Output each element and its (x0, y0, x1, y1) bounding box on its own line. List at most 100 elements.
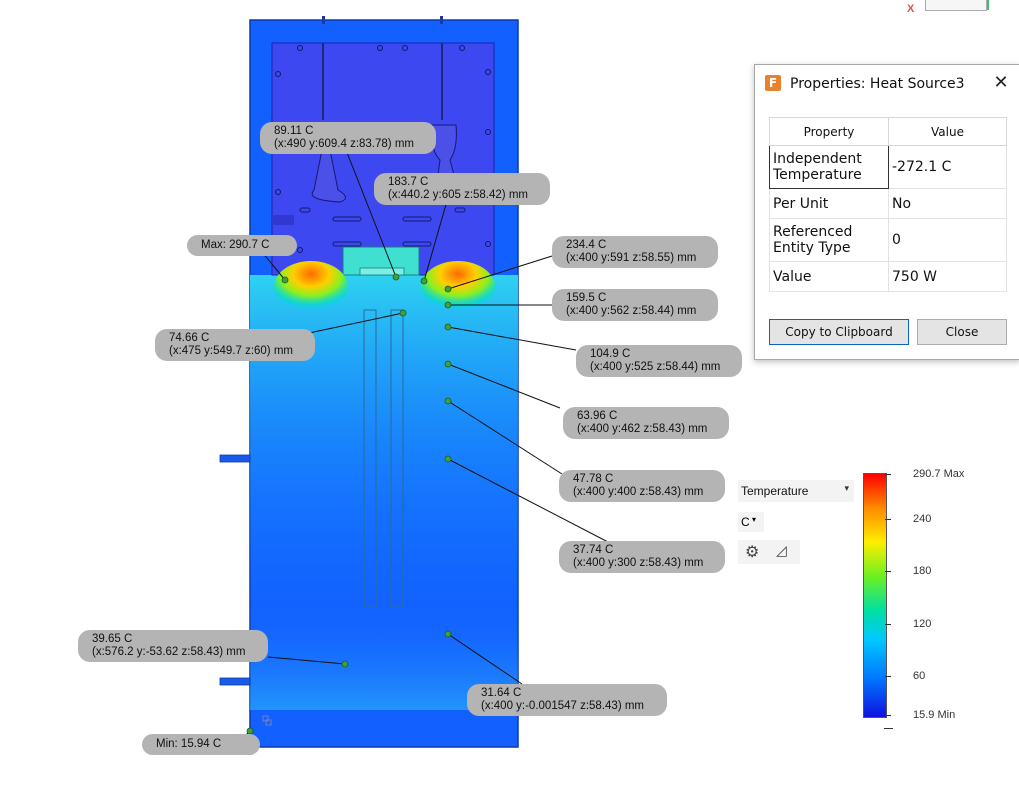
probe-coords: (x:475 y:549.7 z:60) mm (169, 345, 293, 357)
probe-coords: (x:400 y:-0.001547 z:58.43) mm (481, 700, 644, 712)
probe-point (444, 301, 452, 309)
legend-tick (885, 474, 891, 475)
probe-point (444, 360, 452, 368)
color-legend-bar (863, 473, 887, 718)
probe-point (444, 630, 452, 638)
legend-tick-label: 60 (913, 670, 926, 682)
legend-tick (885, 624, 891, 625)
property-name: Referenced Entity Type (769, 218, 889, 262)
property-value[interactable]: 750 W (888, 261, 1007, 292)
close-button[interactable]: Close (917, 319, 1007, 345)
property-name: Independent Temperature (769, 145, 889, 189)
properties-table: Property Value Independent Temperature -… (769, 117, 1007, 310)
column-header-property: Property (769, 117, 889, 146)
probe-coords: (x:490 y:609.4 z:83.78) mm (274, 138, 414, 150)
probe-label[interactable]: 63.96 C (x:400 y:462 z:58.43) mm (563, 407, 729, 439)
unit-dropdown[interactable]: C ▾ (738, 512, 764, 532)
probe-label[interactable]: 37.74 C (x:400 y:300 z:58.43) mm (559, 541, 725, 573)
chevron-down-icon: ▾ (752, 515, 757, 524)
hot-spot-left (274, 261, 348, 313)
app-logo-icon: F (765, 75, 781, 91)
min-temperature: Min: 15.94 C (156, 738, 222, 750)
table-row[interactable]: Independent Temperature -272.1 C (769, 145, 1007, 189)
probe-temp: 63.96 C (577, 410, 618, 422)
probe-label[interactable]: 31.64 C (x:400 y:-0.001547 z:58.43) mm (467, 684, 667, 716)
property-value[interactable]: No (888, 188, 1007, 219)
probe-point (341, 660, 349, 668)
probe-label[interactable]: 74.66 C (x:475 y:549.7 z:60) mm (155, 329, 315, 361)
max-temperature: Max: 290.7 C (201, 239, 270, 251)
probe-temp: 74.66 C (169, 332, 210, 344)
probe-temp: 47.78 C (573, 473, 614, 485)
probe-temp: 37.74 C (573, 544, 614, 556)
close-icon[interactable]: ✕ (991, 73, 1011, 93)
legend-tools: ⚙ ◿ (738, 540, 800, 564)
result-type-value: Temperature (741, 484, 809, 498)
dialog-titlebar[interactable]: F Properties: Heat Source3 ✕ (755, 65, 1019, 103)
side-port-lower (219, 677, 251, 686)
probe-coords: (x:576.2 y:-53.62 z:58.43) mm (92, 646, 246, 658)
probe-temp: 31.64 C (481, 687, 522, 699)
nozzle-top-right (440, 16, 443, 24)
probe-temp: 234.4 C (566, 239, 607, 251)
property-value[interactable]: 0 (888, 218, 1007, 262)
probe-point (392, 273, 400, 281)
legend-tick-label: 180 (913, 565, 932, 577)
unit-value: C (741, 515, 750, 529)
probe-temp: 89.11 C (274, 125, 314, 137)
result-type-dropdown[interactable]: Temperature ▾ (738, 480, 854, 502)
probe-point (444, 285, 452, 293)
table-row[interactable]: Value 750 W (769, 261, 1007, 292)
probe-coords: (x:400 y:562 z:58.44) mm (566, 305, 697, 317)
probe-coords: (x:400 y:525 z:58.44) mm (590, 361, 721, 373)
view-cube-face[interactable] (925, 0, 987, 11)
property-name: Per Unit (769, 188, 889, 219)
probe-temp: 39.65 C (92, 633, 133, 645)
property-value[interactable]: -272.1 C (888, 145, 1007, 189)
chevron-down-icon: ▾ (844, 483, 849, 493)
legend-tick (885, 571, 891, 572)
probe-coords: (x:400 y:591 z:58.55) mm (566, 252, 697, 264)
probe-label[interactable]: 183.7 C (x:440.2 y:605 z:58.42) mm (374, 173, 550, 205)
probe-point (420, 277, 428, 285)
table-row[interactable]: Per Unit No (769, 188, 1007, 219)
top-compartment (271, 42, 495, 276)
column-header-value: Value (888, 117, 1007, 146)
min-label[interactable]: Min: 15.94 C (142, 734, 260, 755)
x-axis-label: X (907, 3, 915, 15)
properties-dialog: F Properties: Heat Source3 ✕ Property Va… (754, 64, 1019, 360)
legend-tick (885, 676, 891, 677)
probe-point (281, 276, 289, 284)
probe-coords: (x:440.2 y:605 z:58.42) mm (388, 189, 528, 201)
copy-to-clipboard-button[interactable]: Copy to Clipboard (769, 319, 909, 345)
probe-temp: 104.9 C (590, 348, 631, 360)
legend-tick (885, 519, 891, 520)
nozzle-top-left (322, 16, 325, 24)
triangle-ruler-icon[interactable]: ◿ (776, 542, 787, 559)
legend-tick-label: 240 (913, 513, 932, 525)
probe-coords: (x:400 y:300 z:58.43) mm (573, 557, 704, 569)
legend-max-label: 290.7 Max (913, 468, 965, 480)
view-cube[interactable]: X (905, 0, 1019, 16)
table-row[interactable]: Referenced Entity Type 0 (769, 218, 1007, 262)
gear-icon[interactable]: ⚙ (745, 542, 759, 562)
max-label[interactable]: Max: 290.7 C (187, 235, 297, 256)
probe-coords: (x:400 y:462 z:58.43) mm (577, 423, 708, 435)
legend-tick (885, 715, 891, 716)
probe-point (444, 397, 452, 405)
probe-label[interactable]: 47.78 C (x:400 y:400 z:58.43) mm (559, 470, 725, 502)
probe-label[interactable]: 159.5 C (x:400 y:562 z:58.44) mm (552, 289, 718, 321)
probe-label[interactable]: 234.4 C (x:400 y:591 z:58.55) mm (552, 236, 718, 268)
legend-min-label: 15.9 Min (913, 709, 956, 721)
probe-label[interactable]: 89.11 C (x:490 y:609.4 z:83.78) mm (260, 122, 436, 154)
probe-label[interactable]: 104.9 C (x:400 y:525 z:58.44) mm (576, 345, 742, 377)
side-port-top (272, 215, 294, 225)
dialog-title: Properties: Heat Source3 (790, 76, 965, 92)
side-port-upper (219, 454, 251, 463)
probe-label[interactable]: 39.65 C (x:576.2 y:-53.62 z:58.43) mm (78, 630, 268, 662)
legend-tick (884, 728, 893, 729)
probe-coords: (x:400 y:400 z:58.43) mm (573, 486, 704, 498)
probe-point (444, 323, 452, 331)
probe-point (399, 309, 407, 317)
probe-temp: 183.7 C (388, 176, 429, 188)
